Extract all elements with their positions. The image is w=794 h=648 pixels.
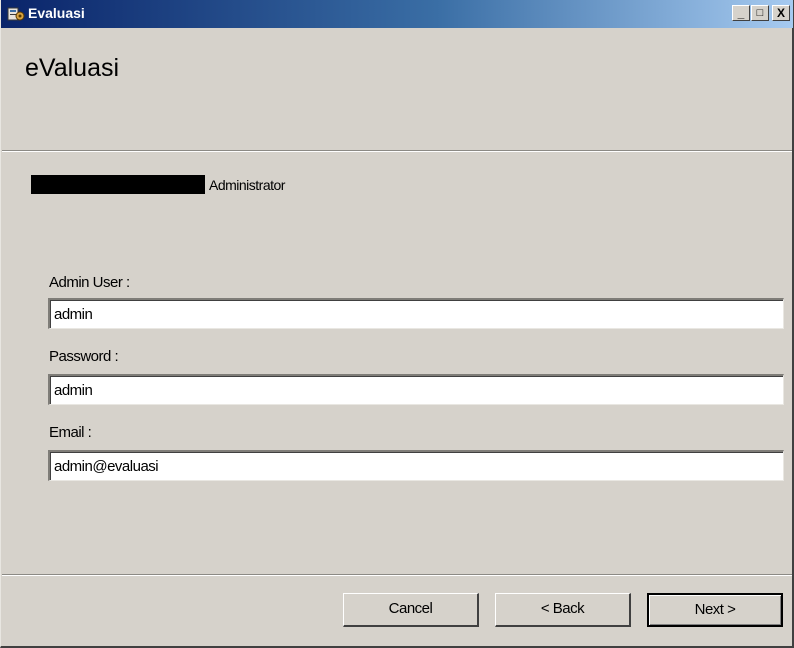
page-title: eValuasi	[25, 54, 120, 82]
close-button[interactable]: X	[772, 5, 790, 21]
next-button[interactable]: Next >	[647, 593, 783, 627]
step-subtitle: Administrator	[209, 177, 285, 193]
minimize-button[interactable]: _	[732, 5, 750, 21]
footer-divider	[2, 574, 792, 576]
window-title: Evaluasi	[28, 5, 85, 21]
email-input[interactable]	[48, 450, 784, 481]
redacted-text-block	[31, 175, 205, 194]
admin-user-input[interactable]	[48, 298, 784, 329]
maximize-button[interactable]: □	[751, 5, 769, 21]
header-panel	[2, 28, 792, 150]
app-icon	[7, 7, 25, 21]
cancel-button[interactable]: Cancel	[343, 593, 479, 627]
email-label: Email :	[49, 424, 92, 441]
password-label: Password :	[49, 348, 119, 365]
password-input[interactable]	[48, 374, 784, 405]
admin-user-label: Admin User :	[49, 274, 130, 291]
header-divider	[2, 150, 792, 152]
back-button[interactable]: < Back	[495, 593, 631, 627]
title-bar[interactable]: Evaluasi _ □ X	[1, 0, 793, 28]
installer-window: Evaluasi _ □ X eValuasi Administrator Ad…	[0, 0, 794, 648]
